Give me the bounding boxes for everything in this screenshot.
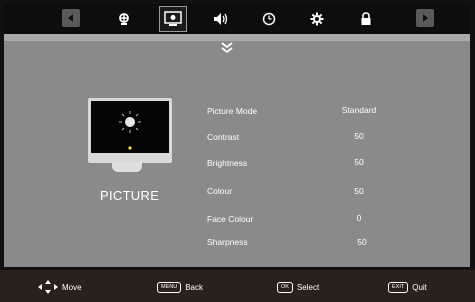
- menu-key-icon: MENU: [157, 282, 182, 293]
- menu-row-label: Sharpness: [207, 237, 248, 247]
- back-hint[interactable]: MENU Back: [157, 282, 203, 293]
- menu-row-label: Picture Mode: [207, 106, 258, 116]
- next-tab-arrow-icon[interactable]: [416, 9, 434, 27]
- menu-row-value: Standard: [341, 105, 377, 115]
- section-title: PICTURE: [100, 188, 160, 203]
- prev-tab-arrow-icon[interactable]: [62, 9, 80, 27]
- channel-icon[interactable]: [112, 7, 136, 31]
- move-hint: Move: [38, 280, 82, 294]
- menu-row-label: Face Colour: [207, 214, 254, 224]
- settings-icon[interactable]: [305, 7, 329, 31]
- menu-row-label: Contrast: [207, 132, 240, 142]
- select-label: Select: [296, 283, 320, 292]
- picture-settings-panel: PICTURE Picture Mode Standard Contrast 5…: [4, 34, 470, 267]
- move-arrows-icon: [38, 280, 58, 294]
- picture-icon[interactable]: [159, 6, 187, 32]
- footer-hint-bar: Move MENU Back OK Select EXIT Quit: [0, 270, 475, 302]
- menu-row-value: 50: [354, 157, 364, 167]
- tv-osd-frame: PICTURE Picture Mode Standard Contrast 5…: [0, 0, 475, 302]
- menu-tab-bar: [4, 4, 470, 34]
- quit-hint[interactable]: EXIT Quit: [388, 282, 427, 293]
- menu-row-value: 50: [354, 186, 364, 196]
- menu-row-label: Colour: [207, 186, 233, 196]
- menu-row-value: 0: [356, 213, 362, 223]
- select-hint[interactable]: OK Select: [277, 282, 319, 293]
- exit-key-icon: EXIT: [388, 282, 409, 293]
- monitor-stand: [112, 162, 142, 172]
- sound-icon[interactable]: [209, 7, 233, 31]
- quit-label: Quit: [412, 283, 427, 292]
- back-label: Back: [185, 283, 203, 292]
- ok-key-icon: OK: [277, 282, 293, 293]
- menu-row-value: 50: [354, 131, 364, 141]
- lock-icon[interactable]: [354, 7, 378, 31]
- move-label: Move: [62, 282, 82, 292]
- double-chevron-down-icon: [220, 41, 234, 59]
- menu-row-label: Brightness: [207, 158, 248, 168]
- monitor-screen: [88, 98, 172, 163]
- panel-top-strip: [4, 34, 470, 41]
- menu-row-value: 50: [357, 237, 367, 247]
- clock-icon[interactable]: [257, 7, 281, 31]
